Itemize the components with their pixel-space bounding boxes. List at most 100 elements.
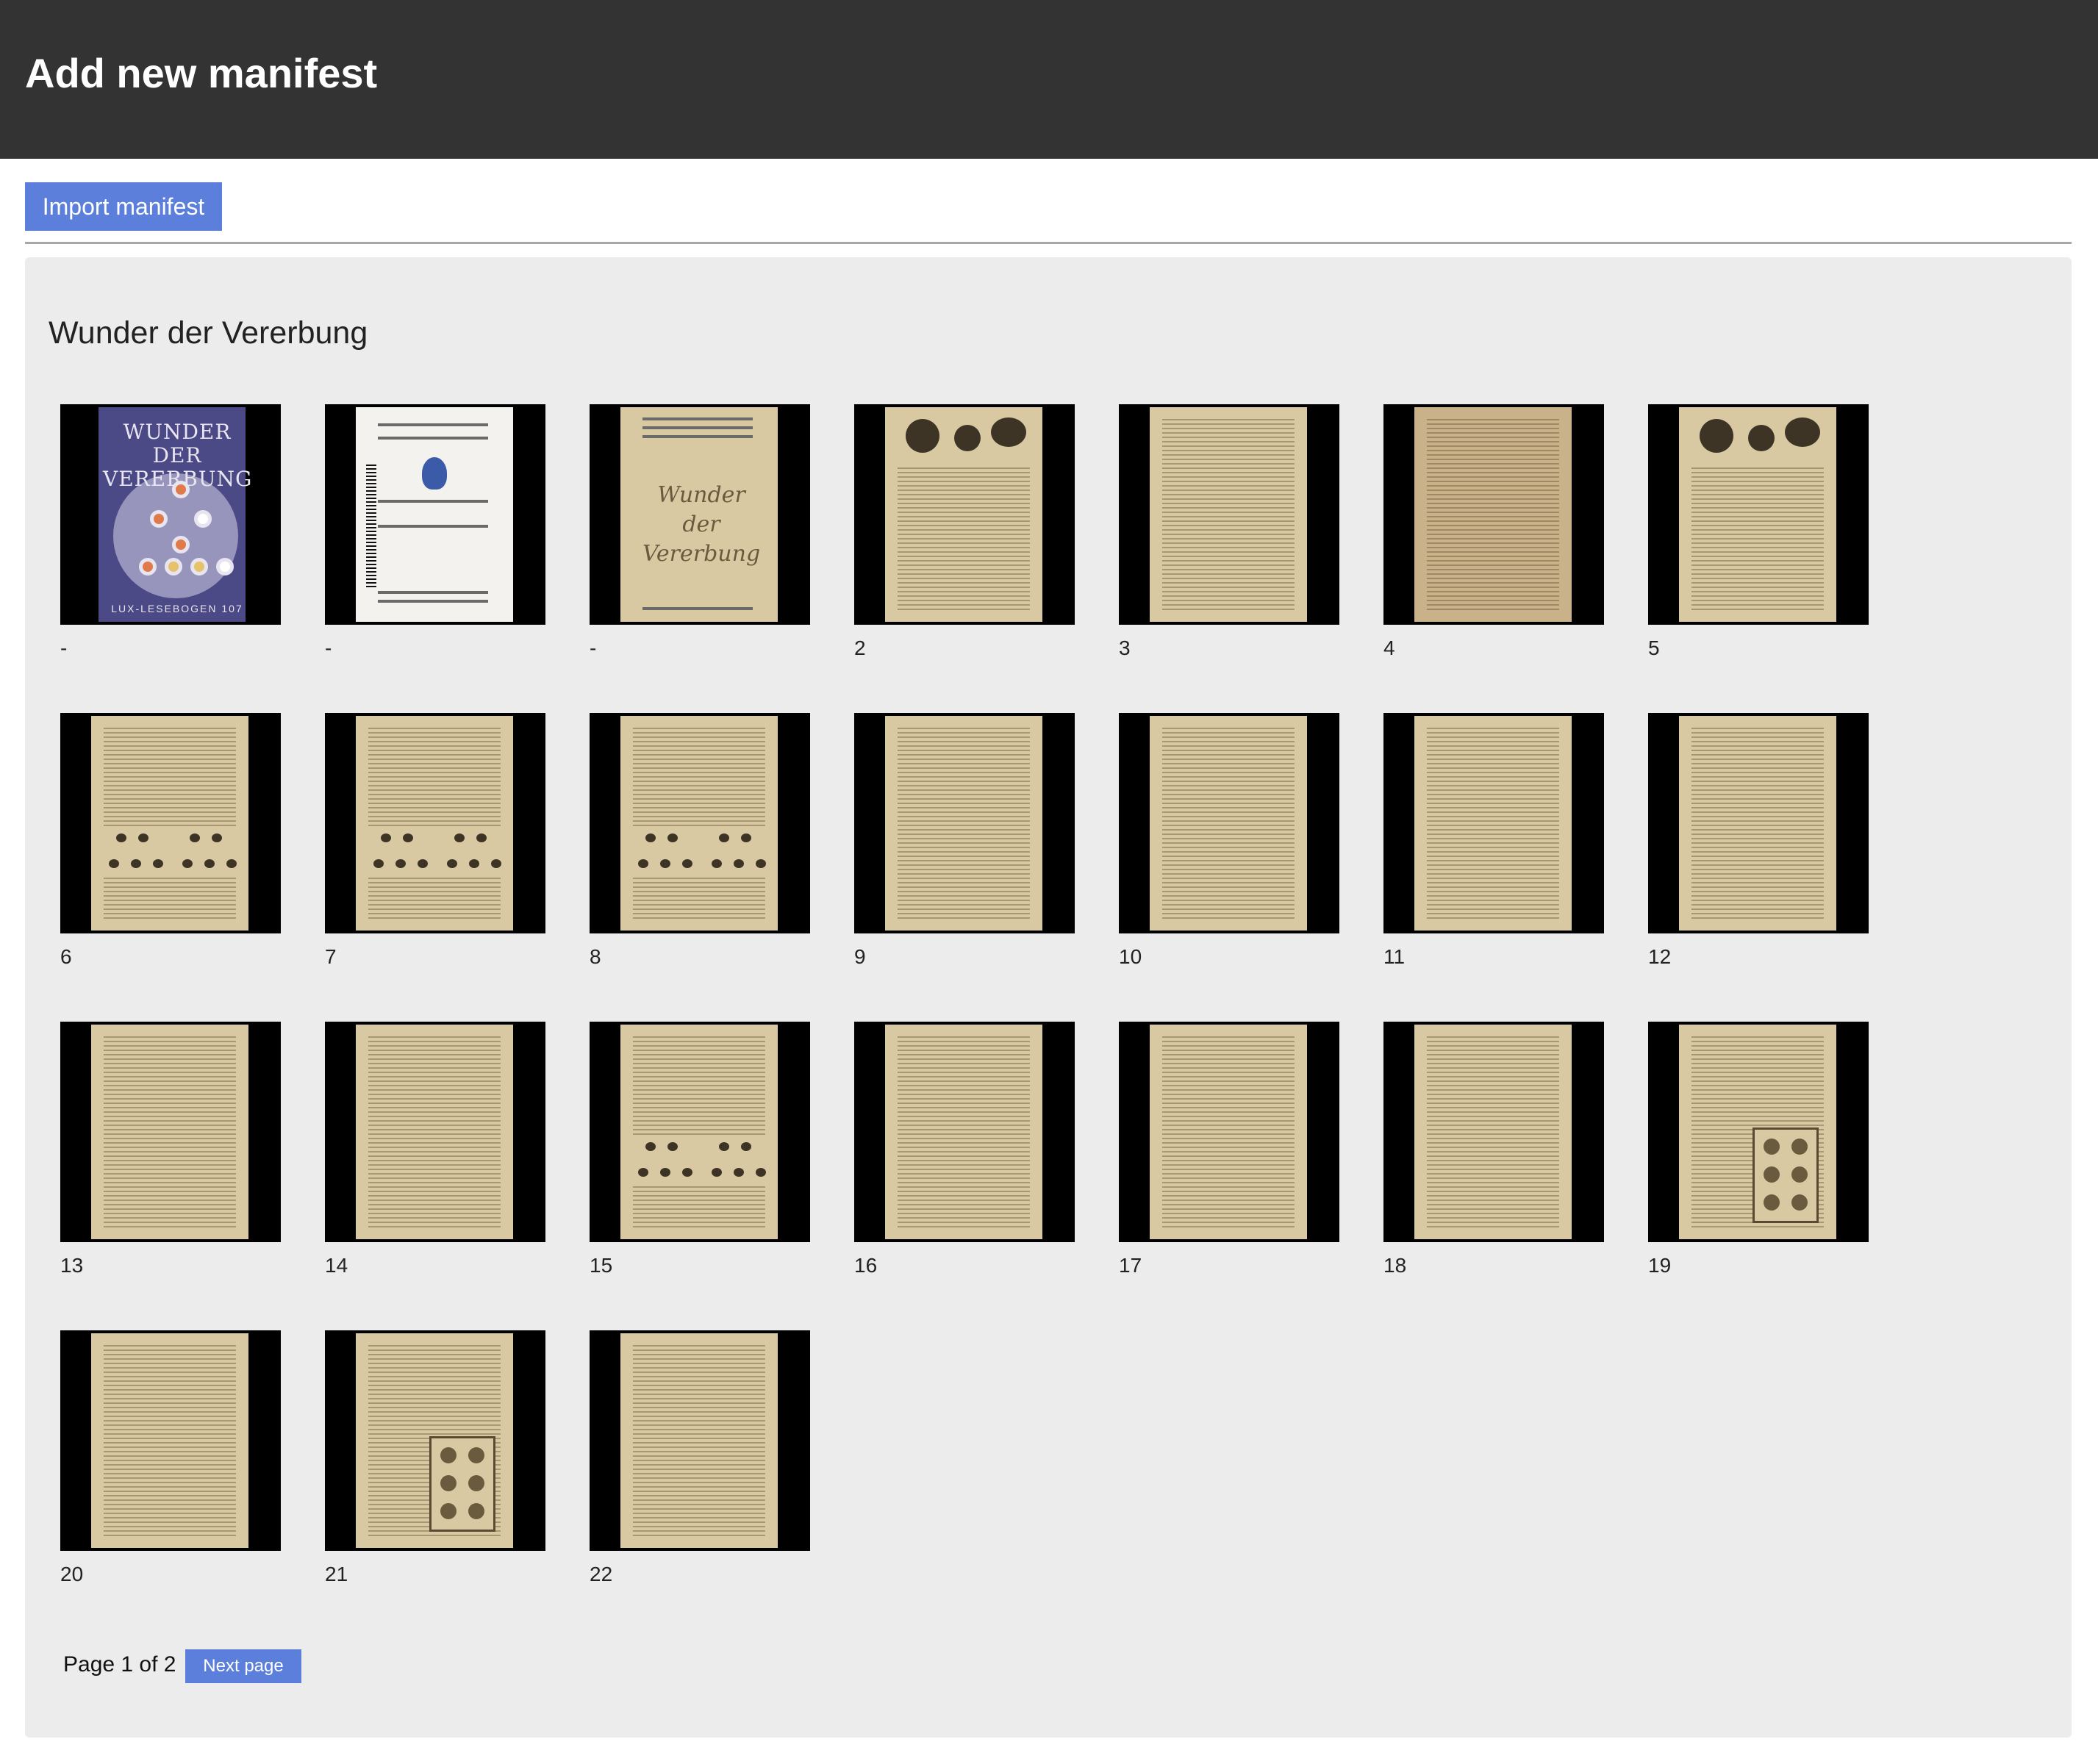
page-thumbnail-image[interactable]: [1119, 713, 1339, 933]
page-illustration: [1689, 415, 1826, 467]
page-thumbnail-tile[interactable]: 19: [1648, 1022, 1869, 1286]
page-label: 7: [325, 945, 337, 968]
figure-cell-icon: [1791, 1194, 1808, 1211]
page-thumbnail-image[interactable]: [854, 1022, 1075, 1242]
page-thumbnail-image[interactable]: Wunder der Vererbung: [590, 404, 810, 625]
page-thumbnail-tile[interactable]: 3: [1119, 404, 1339, 669]
page-scan: [620, 716, 778, 931]
page-scan: WUNDER DER VERERBUNG LUX-LESEBOGEN 107: [99, 407, 251, 622]
page-thumbnail-tile[interactable]: -: [325, 404, 545, 669]
page-thumbnail-image[interactable]: [854, 713, 1075, 933]
page-thumbnail-tile[interactable]: Wunder der Vererbung -: [590, 404, 810, 669]
figure-cell-icon: [440, 1447, 457, 1463]
page-thumbnail-image[interactable]: [1119, 404, 1339, 625]
diagram-node: [638, 1168, 648, 1177]
page-thumbnail-image[interactable]: [854, 404, 1075, 625]
figure-cell-icon: [440, 1503, 457, 1519]
page-thumbnail-image[interactable]: [590, 1022, 810, 1242]
page-scan: [1150, 716, 1307, 931]
page-diagram: [366, 826, 503, 878]
page-thumbnail-tile[interactable]: 8: [590, 713, 810, 978]
diagram-node: [712, 1168, 722, 1177]
page-thumbnail-tile[interactable]: 18: [1383, 1022, 1604, 1286]
page-thumbnail-tile[interactable]: 11: [1383, 713, 1604, 978]
manifest-panel: Wunder der Vererbung WUNDER DER VERERBUN…: [25, 257, 2072, 1738]
page-thumbnail-tile[interactable]: 6: [60, 713, 281, 978]
diagram-node: [638, 859, 648, 868]
page-thumbnail-tile[interactable]: 9: [854, 713, 1075, 978]
page-thumbnail-tile[interactable]: 4: [1383, 404, 1604, 669]
page-thumbnail-image[interactable]: [1119, 1022, 1339, 1242]
page-thumbnail-image[interactable]: [1648, 1022, 1869, 1242]
page-thumbnail-tile[interactable]: 10: [1119, 713, 1339, 978]
text-line: [642, 417, 753, 420]
divider: [25, 242, 2072, 244]
page-label: -: [60, 637, 68, 659]
cover-circle-icon: [165, 558, 182, 576]
page-scan: [1679, 1025, 1836, 1239]
page-thumbnail-image[interactable]: [1383, 713, 1604, 933]
diagram-node: [660, 859, 670, 868]
figure-cell-icon: [1791, 1166, 1808, 1183]
diagram-node: [645, 833, 656, 842]
page-scan: [620, 1333, 778, 1548]
diagram-node: [212, 833, 222, 842]
illustration-shape: [954, 425, 981, 451]
next-page-button[interactable]: Next page: [185, 1649, 301, 1683]
page-thumbnail-tile[interactable]: 12: [1648, 713, 1869, 978]
page-diagram: [631, 1135, 767, 1186]
page-thumbnail-image[interactable]: [1648, 713, 1869, 933]
page-thumbnail-tile[interactable]: 15: [590, 1022, 810, 1286]
cover-circle-icon: [194, 510, 212, 528]
text-line: [378, 423, 488, 426]
page-thumbnail-image[interactable]: [590, 713, 810, 933]
diagram-node: [645, 1142, 656, 1151]
page-thumbnail-image[interactable]: [590, 1330, 810, 1551]
cover-circle-icon: [216, 558, 234, 576]
page-thumbnail-image[interactable]: WUNDER DER VERERBUNG LUX-LESEBOGEN 107: [60, 404, 281, 625]
page-thumbnail-image[interactable]: [325, 713, 545, 933]
page-thumbnail-tile[interactable]: WUNDER DER VERERBUNG LUX-LESEBOGEN 107 -: [60, 404, 281, 669]
page-label: 17: [1119, 1254, 1142, 1277]
page-thumbnail-tile[interactable]: 17: [1119, 1022, 1339, 1286]
text-line: [378, 600, 488, 603]
page-thumbnail-image[interactable]: [325, 1330, 545, 1551]
page-thumbnail-tile[interactable]: 14: [325, 1022, 545, 1286]
page-thumbnail-image[interactable]: [325, 1022, 545, 1242]
page-thumbnail-tile[interactable]: 2: [854, 404, 1075, 669]
page-thumbnail-tile[interactable]: 5: [1648, 404, 1869, 669]
diagram-node: [682, 1168, 692, 1177]
page-thumbnail-image[interactable]: [60, 1330, 281, 1551]
diagram-node: [491, 859, 501, 868]
page-thumbnail-image[interactable]: [325, 404, 545, 625]
page-scan: [91, 716, 248, 931]
page-label: 21: [325, 1563, 348, 1585]
page-thumbnail-tile[interactable]: 7: [325, 713, 545, 978]
figure-cell-icon: [1764, 1194, 1780, 1211]
cover-title-text: WUNDER DER VERERBUNG: [103, 420, 253, 491]
cover-footer-text: LUX-LESEBOGEN 107: [111, 603, 243, 614]
page-label: 15: [590, 1254, 613, 1277]
text-line: [642, 607, 753, 610]
manifest-title: Wunder der Vererbung: [49, 315, 368, 351]
page-thumbnail-image[interactable]: [60, 713, 281, 933]
page-thumbnail-tile[interactable]: 16: [854, 1022, 1075, 1286]
diagram-node: [741, 833, 751, 842]
page-thumbnail-tile[interactable]: 13: [60, 1022, 281, 1286]
page-scan: [885, 716, 1042, 931]
page-scan: [1414, 407, 1572, 622]
page-scan: [1679, 716, 1836, 931]
import-manifest-button[interactable]: Import manifest: [25, 182, 222, 231]
page-illustration: [895, 415, 1032, 467]
page-thumbnail-tile[interactable]: 21: [325, 1330, 545, 1595]
page-thumbnail-image[interactable]: [60, 1022, 281, 1242]
diagram-node: [741, 1142, 751, 1151]
page-thumbnail-tile[interactable]: 22: [590, 1330, 810, 1595]
page-thumbnail-image[interactable]: [1383, 404, 1604, 625]
diagram-node: [395, 859, 406, 868]
page-thumbnail-image[interactable]: [1383, 1022, 1604, 1242]
page-thumbnail-tile[interactable]: 20: [60, 1330, 281, 1595]
diagram-node: [712, 859, 722, 868]
page-thumbnail-image[interactable]: [1648, 404, 1869, 625]
page-scan: Wunder der Vererbung: [620, 407, 778, 622]
